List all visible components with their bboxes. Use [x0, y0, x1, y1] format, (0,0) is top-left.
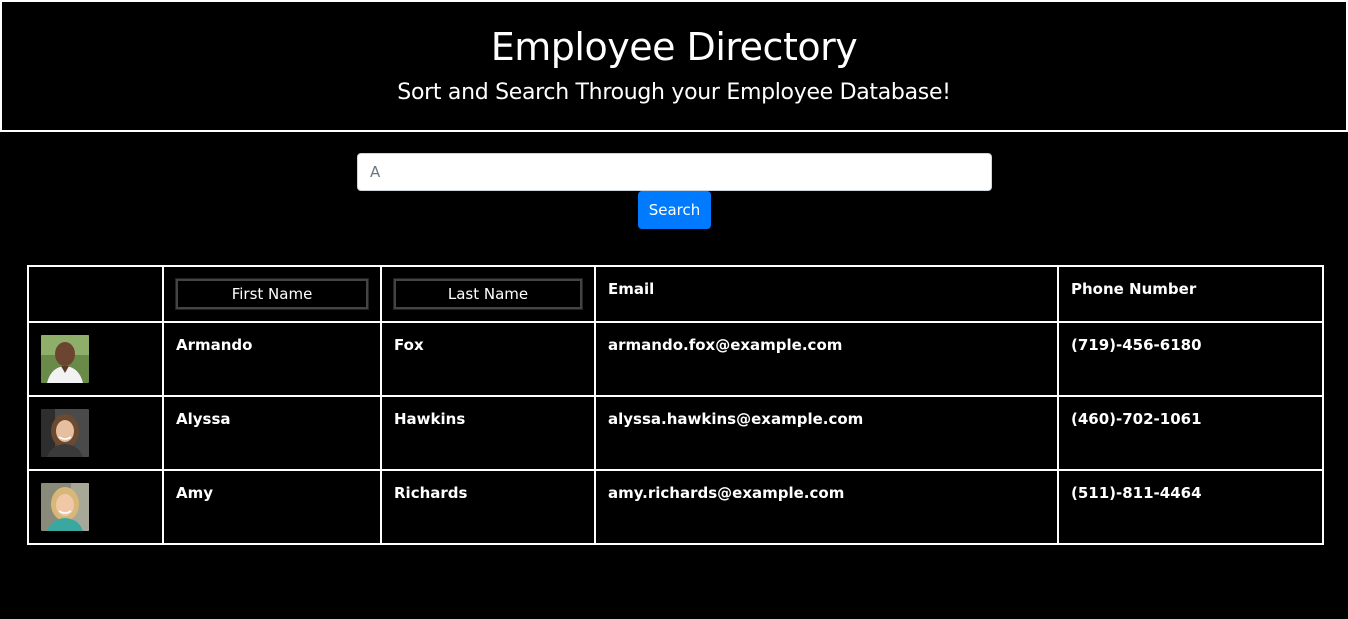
first-name-cell: Armando: [162, 321, 382, 397]
first-name-cell: Amy: [162, 469, 382, 545]
last-name-cell: Richards: [380, 469, 596, 545]
last-name-cell: Hawkins: [380, 395, 596, 471]
avatar-cell: [27, 321, 164, 397]
person-avatar-icon: [41, 409, 89, 457]
search-button[interactable]: Search: [638, 191, 711, 229]
email-cell: amy.richards@example.com: [594, 469, 1059, 545]
page-title: Employee Directory: [490, 25, 858, 69]
phone-cell: (719)-456-6180: [1057, 321, 1324, 397]
page-subtitle: Sort and Search Through your Employee Da…: [397, 80, 951, 105]
search-input[interactable]: [357, 153, 992, 191]
avatar-cell: [27, 469, 164, 545]
sort-first-name-button[interactable]: First Name: [175, 278, 369, 310]
avatar-cell: [27, 395, 164, 471]
email-cell: armando.fox@example.com: [594, 321, 1059, 397]
phone-column-header: Phone Number: [1057, 265, 1324, 323]
phone-cell: (511)-811-4464: [1057, 469, 1324, 545]
table-row: Armando Fox armando.fox@example.com (719…: [27, 321, 1324, 397]
page-header: Employee Directory Sort and Search Throu…: [0, 0, 1348, 132]
email-cell: alyssa.hawkins@example.com: [594, 395, 1059, 471]
image-column-header: [27, 265, 164, 323]
person-avatar-icon: [41, 335, 89, 383]
last-name-column-header: Last Name: [380, 265, 596, 323]
last-name-cell: Fox: [380, 321, 596, 397]
sort-last-name-button[interactable]: Last Name: [393, 278, 583, 310]
table-row: Amy Richards amy.richards@example.com (5…: [27, 469, 1324, 545]
table-row: Alyssa Hawkins alyssa.hawkins@example.co…: [27, 395, 1324, 471]
first-name-column-header: First Name: [162, 265, 382, 323]
first-name-cell: Alyssa: [162, 395, 382, 471]
phone-cell: (460)-702-1061: [1057, 395, 1324, 471]
email-column-header: Email: [594, 265, 1059, 323]
person-avatar-icon: [41, 483, 89, 531]
employee-table: First Name Last Name Email Phone Number …: [27, 265, 1324, 545]
table-header-row: First Name Last Name Email Phone Number: [27, 265, 1324, 323]
